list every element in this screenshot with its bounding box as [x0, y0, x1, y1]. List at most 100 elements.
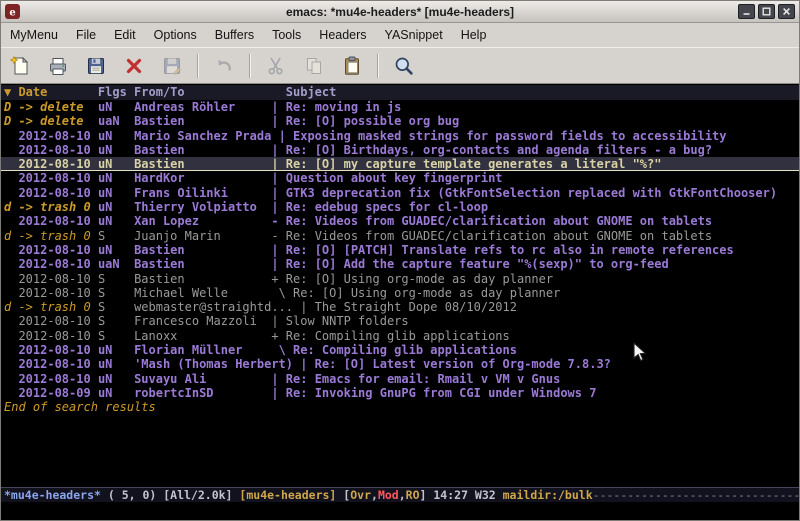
menu-item-buffers[interactable]: Buffers [206, 23, 263, 47]
flags-cell: S [98, 314, 134, 328]
menu-item-options[interactable]: Options [145, 23, 206, 47]
end-of-results: End of search results [1, 400, 799, 414]
mark-cell [4, 171, 18, 185]
date-cell: 2012-08-10 [18, 243, 97, 257]
subject-cell: + Re: Compiling glib applications [271, 329, 509, 343]
message-row[interactable]: 2012-08-10 uN Frans Oilinki | GTK3 depre… [1, 186, 799, 200]
menu-item-headers[interactable]: Headers [310, 23, 375, 47]
menu-item-mymenu[interactable]: MyMenu [1, 23, 67, 47]
subject-cell: | Re: [O] Birthdays, org-contacts and ag… [271, 143, 712, 157]
message-row[interactable]: 2012-08-10 uN Suvayu Ali | Re: Emacs for… [1, 372, 799, 386]
message-row[interactable]: 2012-08-10 uN Xan Lopez - Re: Videos fro… [1, 214, 799, 228]
message-row[interactable]: 2012-08-10 S Michael Welle \ Re: [O] Usi… [1, 286, 799, 300]
date-cell: 2012-08-10 [18, 171, 97, 185]
subject-cell: | Re: [O] my capture template generates … [271, 157, 661, 171]
subject-cell: | Re: Invoking GnuPG from CGI under Wind… [271, 386, 596, 400]
message-row[interactable]: 2012-08-10 uaN Bastien | Re: [O] Add the… [1, 257, 799, 271]
flags-cell: S [98, 329, 134, 343]
search-icon[interactable] [391, 53, 417, 79]
message-row[interactable]: 2012-08-10 uN HardKor | Question about k… [1, 171, 799, 185]
menu-item-file[interactable]: File [67, 23, 105, 47]
minimize-button[interactable] [738, 4, 755, 19]
date-cell: -> trash 0 [18, 300, 97, 314]
date-cell: 2012-08-10 [18, 372, 97, 386]
message-row[interactable]: d -> trash 0 S Juanjo Marin - Re: Videos… [1, 229, 799, 243]
message-row[interactable]: 2012-08-10 uN Bastien | Re: [O] Birthday… [1, 143, 799, 157]
maximize-button[interactable] [758, 4, 775, 19]
modeline-segment-warn: RO [406, 488, 420, 502]
toolbar [1, 47, 799, 84]
from-cell: Bastien [134, 243, 271, 257]
modeline-segment-alert: Mod [378, 488, 399, 502]
subject-cell: | Re: edebug specs for cl-loop [271, 200, 488, 214]
headers-buffer[interactable]: ▼ Date Flgs From/To Subject D -> delete … [1, 84, 799, 487]
message-row[interactable]: d -> trash 0 S webmaster@straightd... | … [1, 300, 799, 314]
toolbar-separator [377, 54, 379, 78]
subject-cell: | Re: [O] possible org bug [271, 114, 459, 128]
minibuffer[interactable] [1, 502, 799, 520]
title-bar[interactable]: e emacs: *mu4e-headers* [mu4e-headers] [1, 1, 799, 23]
message-row[interactable]: d -> trash 0 uN Thierry Volpiatto | Re: … [1, 200, 799, 214]
close-button[interactable] [778, 4, 795, 19]
from-cell: Bastien [134, 114, 271, 128]
message-row[interactable]: 2012-08-10 uN Mario Sanchez Prada | Expo… [1, 129, 799, 143]
from-cell: Bastien [134, 157, 271, 171]
menu-item-yasnippet[interactable]: YASnippet [376, 23, 452, 47]
flags-cell: S [98, 272, 134, 286]
flags-cell: S [98, 300, 134, 314]
flags-cell: uN [98, 129, 134, 143]
from-cell: Thierry Volpiatto [134, 200, 271, 214]
date-cell: -> delete [18, 114, 97, 128]
flags-cell: S [98, 229, 134, 243]
svg-text:e: e [9, 8, 15, 19]
from-cell: Michael Welle [134, 286, 271, 300]
kill-buffer-icon[interactable] [121, 53, 147, 79]
toolbar-separator [197, 54, 199, 78]
column-header-line: ▼ Date Flgs From/To Subject [1, 85, 799, 100]
mark-cell [4, 386, 18, 400]
from-cell: Francesco Mazzoli [134, 314, 271, 328]
from-cell: Bastien [134, 257, 271, 271]
modeline-segment-plain: 14:27 [433, 488, 475, 502]
message-row[interactable]: 2012-08-09 uN robertcInSD | Re: Invoking… [1, 386, 799, 400]
modeline-segment-plain: , [399, 488, 406, 502]
flags-cell: uN [98, 157, 134, 171]
print-icon[interactable] [45, 53, 71, 79]
flags-cell: uN [98, 386, 134, 400]
subject-cell: | The Straight Dope 08/10/2012 [300, 300, 517, 314]
flags-cell: uN [98, 243, 134, 257]
message-row[interactable]: 2012-08-10 uN Bastien | Re: [O] [PATCH] … [1, 243, 799, 257]
subject-cell: | GTK3 deprecation fix (GtkFontSelection… [271, 186, 777, 200]
date-cell: 2012-08-10 [18, 329, 97, 343]
menu-item-edit[interactable]: Edit [105, 23, 145, 47]
message-row[interactable]: D -> delete uN Andreas Röhler | Re: movi… [1, 100, 799, 114]
paste-icon[interactable] [339, 53, 365, 79]
mark-cell [4, 343, 18, 357]
menu-item-help[interactable]: Help [452, 23, 496, 47]
message-row[interactable]: D -> delete uaN Bastien | Re: [O] possib… [1, 114, 799, 128]
date-cell: 2012-08-10 [18, 186, 97, 200]
message-row[interactable]: 2012-08-10 S Francesco Mazzoli | Slow NN… [1, 314, 799, 328]
message-row[interactable]: 2012-08-10 uN 'Mash (Thomas Herbert) | R… [1, 357, 799, 371]
message-row[interactable]: 2012-08-10 S Bastien + Re: [O] Using org… [1, 272, 799, 286]
mark-cell [4, 314, 18, 328]
subject-cell: \ Re: Compiling glib applications [271, 343, 517, 357]
message-row[interactable]: 2012-08-10 S Lanoxx + Re: Compiling glib… [1, 329, 799, 343]
save-icon[interactable] [83, 53, 109, 79]
window-controls [738, 4, 795, 19]
subject-cell: | Exposing masked strings for password f… [279, 129, 727, 143]
flags-cell: uN [98, 100, 134, 114]
menu-item-tools[interactable]: Tools [263, 23, 310, 47]
subject-cell: | Re: [O] Add the capture feature "%(sex… [271, 257, 668, 271]
date-cell: 2012-08-10 [18, 314, 97, 328]
mark-cell: D [4, 114, 18, 128]
new-file-icon[interactable] [7, 53, 33, 79]
from-column-header: From/To [134, 85, 271, 99]
message-row[interactable]: 2012-08-10 uN Florian Müllner \ Re: Comp… [1, 343, 799, 357]
window-title: emacs: *mu4e-headers* [mu4e-headers] [1, 5, 799, 19]
date-cell: 2012-08-09 [18, 386, 97, 400]
message-row[interactable]: 2012-08-10 uN Bastien | Re: [O] my captu… [1, 157, 799, 171]
from-cell: Andreas Röhler [134, 100, 271, 114]
from-cell: Florian Müllner [134, 343, 271, 357]
flags-cell: uN [98, 171, 134, 185]
